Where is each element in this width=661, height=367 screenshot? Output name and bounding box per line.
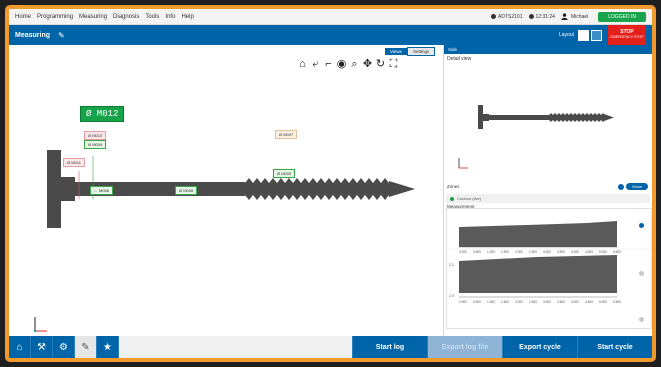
chart-tick-label: 5.500 [613,300,621,304]
chart-tick-label: 3.500 [557,250,565,254]
chart-tick-label: 3.500 [557,300,565,304]
contour-option-label: Contour (live) [457,196,482,201]
measurement-tag[interactable]: Ø M008 [175,186,198,195]
menu-info[interactable]: Info [165,14,175,20]
menu-programming[interactable]: Programming [37,14,73,20]
device-icon [491,14,497,19]
profile-chart: 0.000 0.500 1.000 1.500 2.000 2.500 3.000 3.500… [446,208,652,329]
export-cycle-button[interactable]: Export cycle [502,336,577,358]
zones-toggle[interactable]: Show [626,183,648,190]
y-label-top: 2.2 [449,263,454,267]
measurement-tag[interactable]: Ø M010 [84,131,107,140]
emergency-stop-button[interactable]: STOP EMERGENCY STOP [608,25,646,45]
menu-bar: Home Programming Measuring Diagnosis Too… [9,9,652,25]
clock-status: 12:31:24 [528,13,555,20]
menu-measuring[interactable]: Measuring [79,14,107,20]
screw-neck [61,177,75,201]
menu-diagnosis[interactable]: Diagnosis [113,14,139,20]
detail-view-title: Detail view [447,56,472,62]
measurement-tag[interactable]: Ø M007 [275,130,298,139]
chart-tick-label: 4.000 [571,250,579,254]
user-name: Michael [570,13,589,20]
measurement-tag[interactable]: Ø M005 [273,169,296,178]
marker-dot[interactable] [639,271,644,276]
app-window: Home Programming Measuring Diagnosis Too… [9,9,652,358]
contour-option[interactable]: Contour (live) [446,194,650,203]
right-panel: Side Detail view Zones Show Contour (liv… [444,45,652,336]
screw-threads [245,178,389,200]
chart-tick-label: 2.000 [515,250,523,254]
export-log-button[interactable]: Export log file [427,336,502,358]
tools-icon[interactable]: ⚒ [31,336,53,358]
chart-tick-label: 2.500 [529,250,537,254]
marker-dot[interactable] [639,317,644,322]
ruler-icon[interactable]: ✎ [75,336,97,358]
edit-icon[interactable]: ✎ [58,31,65,40]
chart-tick-label: 4.500 [585,250,593,254]
chart-tick-label: 5.000 [599,250,607,254]
device-id-text: ADTS2101 [498,13,523,20]
profile-area-lower [459,255,617,293]
star-icon[interactable]: ★ [97,336,119,358]
start-cycle-button[interactable]: Start cycle [577,336,652,358]
chart-tick-label: 4.500 [585,300,593,304]
chart-tick-label: 0.000 [459,250,467,254]
screw-drawing [47,150,415,228]
menu-help[interactable]: Help [181,14,193,20]
clock-text: 12:31:24 [535,13,555,20]
menu-home[interactable]: Home [15,14,31,20]
printer-status[interactable]: ADTS2101 [491,13,523,20]
chart-tick-label: 1.500 [501,250,509,254]
profile-chart-svg: 0.000 0.500 1.000 1.500 2.000 2.500 3.000 3.500… [447,221,652,304]
chart-tick-label: 2.000 [515,300,523,304]
user-icon [561,13,568,20]
user-menu[interactable]: Michael [561,13,588,20]
chart-tick-label: 3.000 [543,250,551,254]
marker-dot[interactable] [639,223,644,228]
title-bar: Measuring ✎ Layout STOP EMERGENCY STOP [9,25,652,45]
chart-tick-label: 5.500 [613,250,621,254]
measurement-tag[interactable]: Ø M011 [63,158,85,167]
chart-tick-label: 5.000 [599,300,607,304]
chart-tick-label: 1.000 [487,250,495,254]
detail-screw-drawing [478,105,614,129]
layout-split-button[interactable] [591,29,602,41]
layout-label: Layout [558,32,574,38]
home-icon[interactable]: ⌂ [9,336,31,358]
zones-label: Zones [447,184,460,189]
right-panel-header: Side [444,45,652,54]
primary-measurement-tag[interactable]: Ø M012 [80,106,125,122]
profile-area-upper [459,221,617,247]
chart-tick-label: 4.000 [571,300,579,304]
measurement-tag[interactable]: ∟ M006 [90,186,114,195]
chart-tick-label: 1.500 [501,300,509,304]
clock-icon [528,14,534,19]
measurement-viewport[interactable]: Views Settings ⌂ ⤶ ⌐ ◉ ⌕ ✥ ↻ ⛶ Ø M012 Ø … [9,45,444,336]
screw-tip [389,181,415,197]
detail-axes-icon [458,158,468,169]
bottom-spacer [119,336,352,358]
chart-tick-label: 0.500 [473,300,481,304]
screw-head [47,150,61,228]
chart-tick-label: 2.500 [529,300,537,304]
layout-single-button[interactable] [578,29,589,41]
main-area: Views Settings ⌂ ⤶ ⌐ ◉ ⌕ ✥ ↻ ⛶ Ø M012 Ø … [9,45,652,336]
radio-selected-icon [450,196,454,201]
bottom-toolbar: ⌂ ⚒ ⚙ ✎ ★ Start log Export log file Expo… [9,336,652,358]
screen-frame: Home Programming Measuring Diagnosis Too… [5,5,656,362]
chart-tick-label: 3.000 [543,300,551,304]
axes-icon [33,317,47,333]
page-title: Measuring [15,31,51,39]
login-status-button[interactable]: LOGGED IN [598,11,646,22]
menu-tools[interactable]: Tools [145,14,159,20]
chart-tick-label: 0.000 [459,300,467,304]
y-label-bottom: 2.0 [449,294,454,298]
wrench-icon[interactable]: ⚙ [53,336,75,358]
stop-sublabel: EMERGENCY STOP [610,34,644,39]
chart-tick-label: 0.500 [473,250,481,254]
measurement-tag[interactable]: Ø M009 [84,140,107,149]
toggle-indicator [618,184,624,190]
start-log-button[interactable]: Start log [352,336,427,358]
chart-tick-label: 1.000 [487,300,495,304]
